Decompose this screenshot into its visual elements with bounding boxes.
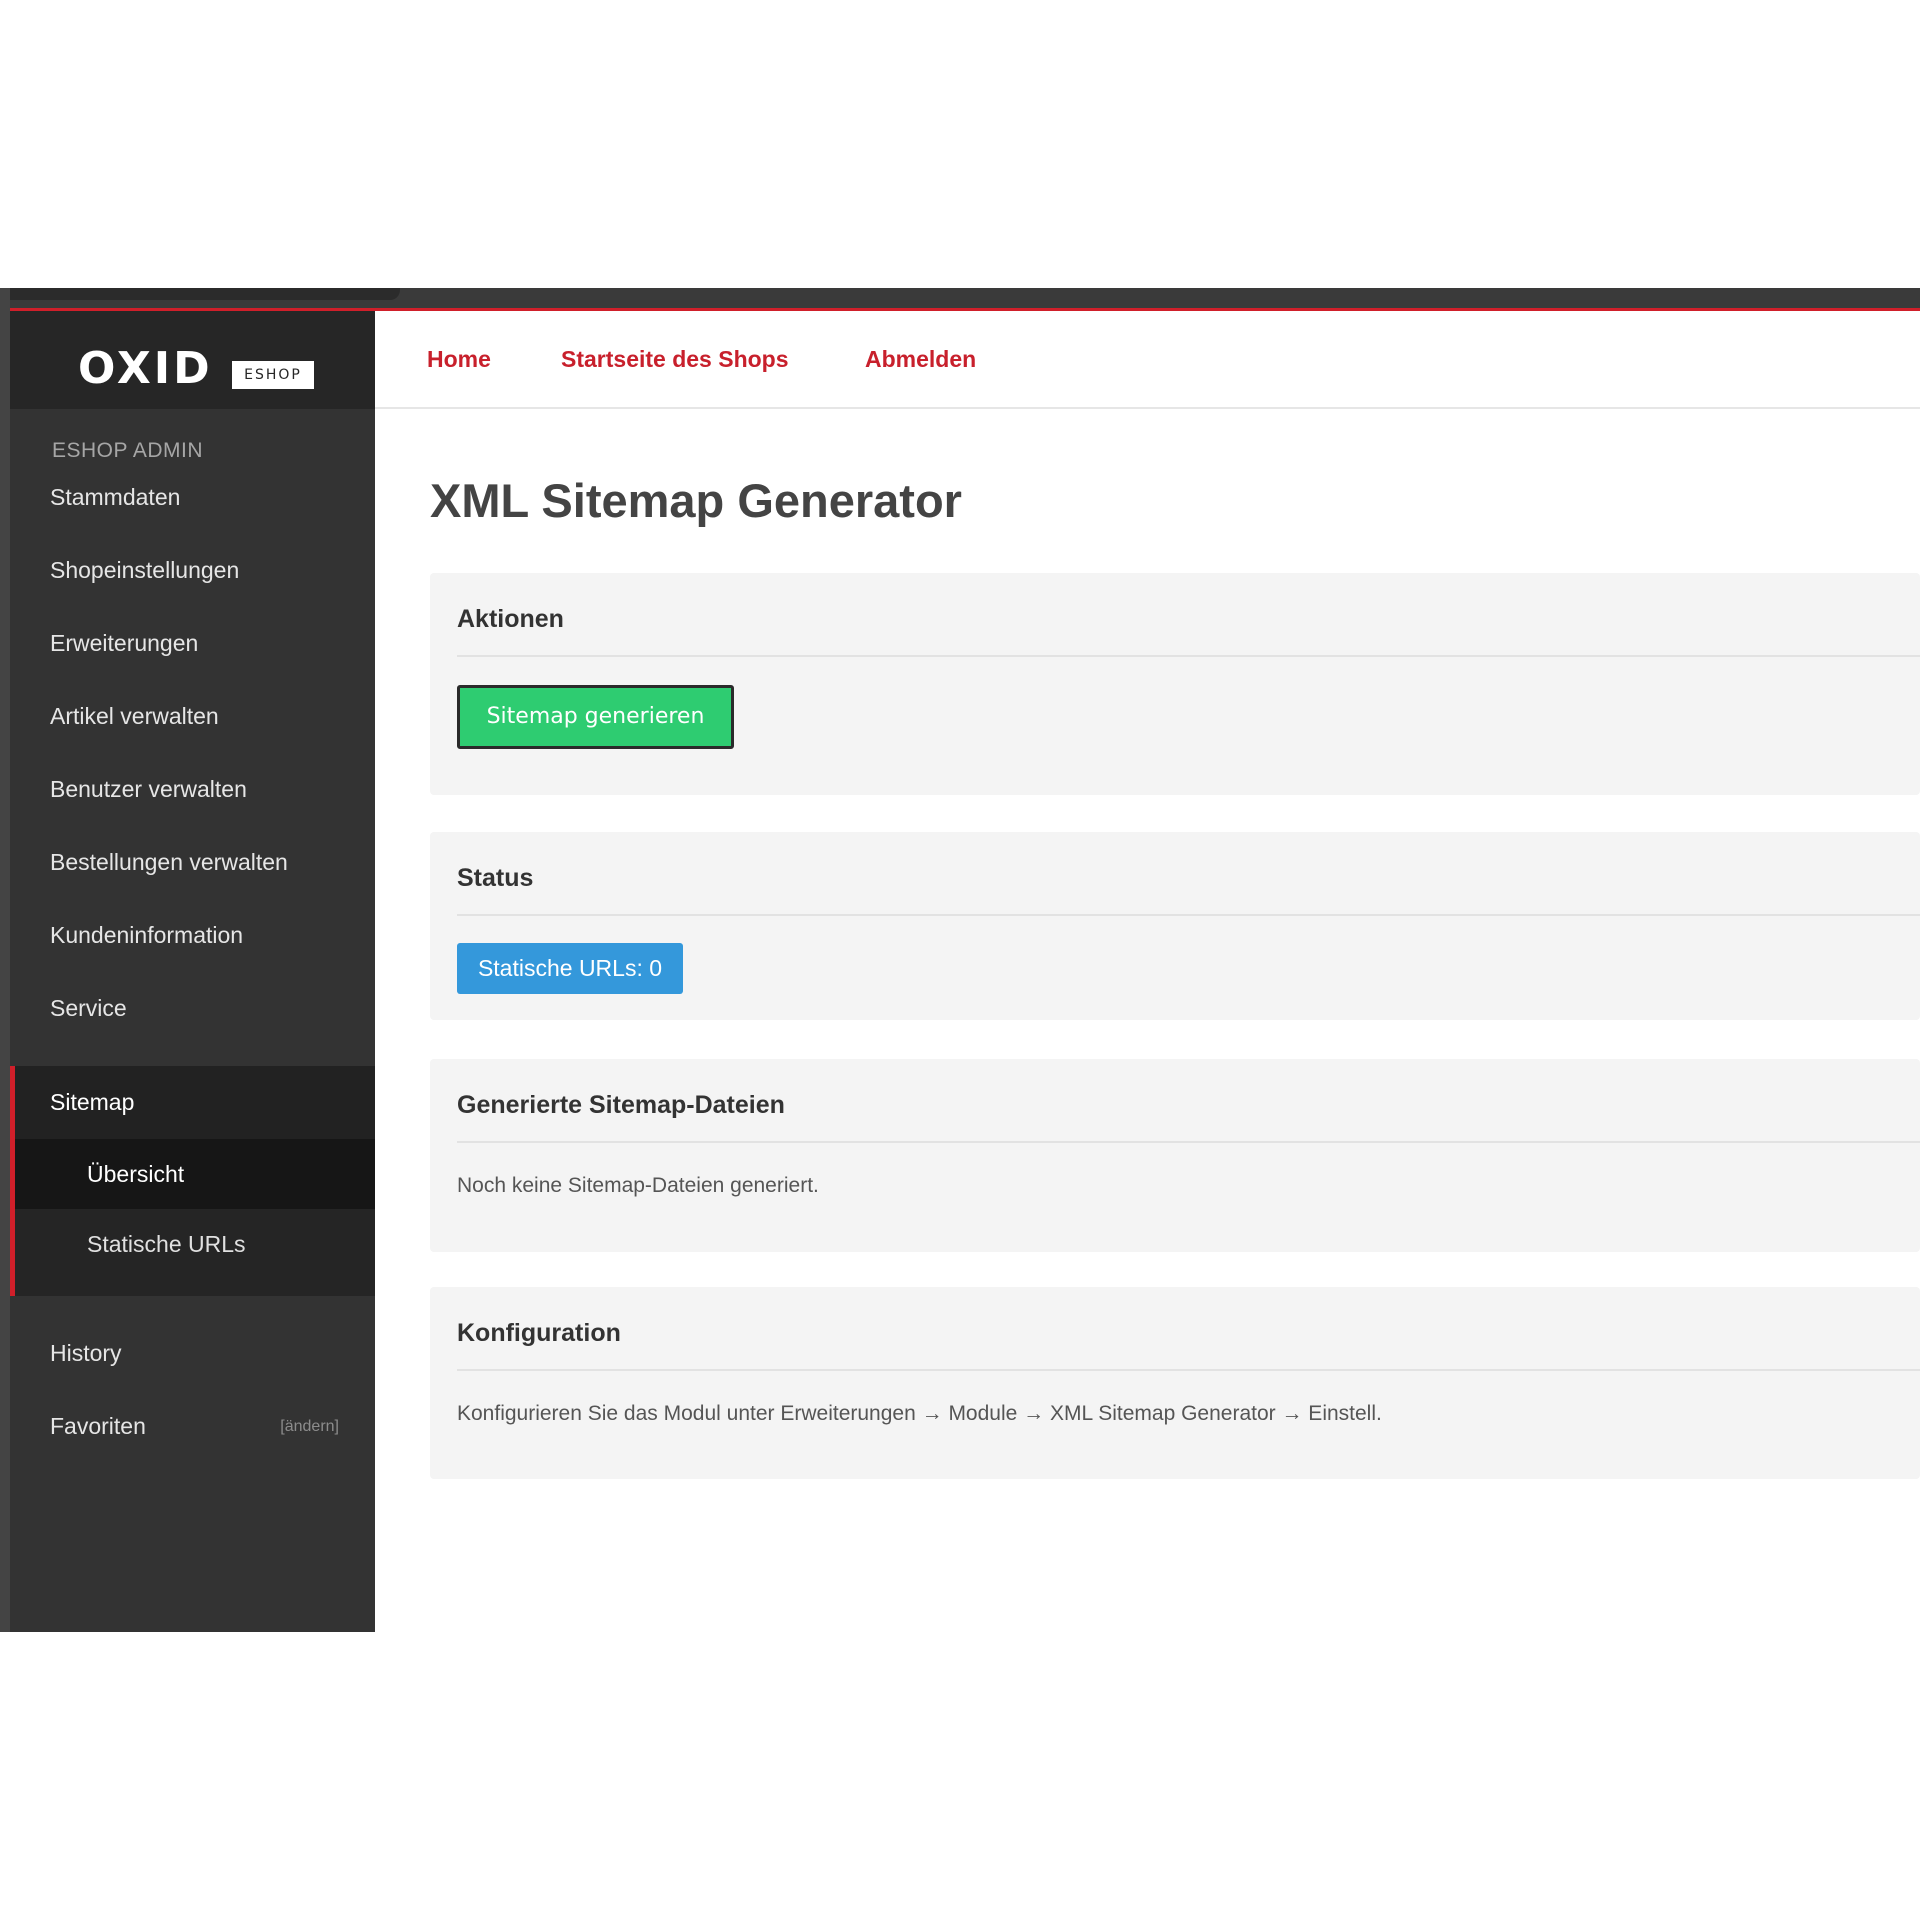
generated-files-panel: Generierte Sitemap-Dateien Noch keine Si… (430, 1059, 1920, 1252)
sidebar-item-kundeninformation[interactable]: Kundeninformation (10, 899, 375, 972)
favorites-edit-link[interactable]: [ändern] (280, 1390, 339, 1463)
admin-label: ESHOP ADMIN (52, 439, 203, 462)
sidebar-item-service[interactable]: Service (10, 972, 375, 1045)
static-urls-badge: Statische URLs: 0 (457, 943, 683, 994)
actions-panel-title: Aktionen (457, 605, 564, 633)
window-titlebar (0, 288, 1920, 310)
configuration-panel: Konfiguration Konfigurieren Sie das Modu… (430, 1287, 1920, 1479)
sidebar-item-benutzer-verwalten[interactable]: Benutzer verwalten (10, 753, 375, 826)
sidebar-item-erweiterungen[interactable]: Erweiterungen (10, 607, 375, 680)
generate-sitemap-button[interactable]: Sitemap generieren (457, 685, 734, 749)
logo-badge: ESHOP (232, 361, 314, 389)
configuration-hint: Konfigurieren Sie das Modul unter Erweit… (457, 1402, 1382, 1425)
sidebar-item-stammdaten[interactable]: Stammdaten (10, 461, 375, 534)
sidebar-item-history[interactable]: History (10, 1317, 375, 1390)
no-files-message: Noch keine Sitemap-Dateien generiert. (457, 1174, 819, 1197)
sidebar-subitem-uebersicht[interactable]: Übersicht (15, 1139, 375, 1209)
browser-frame: OXID ESHOP ESHOP ADMIN Stammdaten Shopei… (0, 288, 1920, 1632)
panel-divider (457, 655, 1920, 657)
logo-text: OXID (78, 343, 213, 394)
actions-panel: Aktionen Sitemap generieren (430, 573, 1920, 795)
top-navigation: Home Startseite des Shops Abmelden (375, 311, 1920, 409)
sidebar-item-favoriten[interactable]: Favoriten [ändern] (10, 1390, 375, 1463)
nav-link-shop-start[interactable]: Startseite des Shops (561, 346, 789, 373)
status-panel: Status Statische URLs: 0 (430, 832, 1920, 1020)
sidebar-item-sitemap[interactable]: Sitemap (10, 1066, 375, 1139)
panel-divider (457, 914, 1920, 916)
nav-link-home[interactable]: Home (427, 346, 491, 373)
generated-files-panel-title: Generierte Sitemap-Dateien (457, 1091, 785, 1119)
sidebar-subitem-statische-urls[interactable]: Statische URLs (15, 1209, 375, 1279)
page-title: XML Sitemap Generator (430, 474, 962, 527)
nav-link-logout[interactable]: Abmelden (865, 346, 976, 373)
panel-divider (457, 1141, 1920, 1143)
panel-divider (457, 1369, 1920, 1371)
window-edge (0, 288, 10, 1632)
browser-tab[interactable] (0, 288, 400, 300)
sidebar-submenu: Übersicht Statische URLs (10, 1139, 375, 1296)
status-panel-title: Status (457, 864, 534, 892)
configuration-panel-title: Konfiguration (457, 1319, 621, 1347)
main-content: Home Startseite des Shops Abmelden XML S… (375, 311, 1920, 1632)
sidebar: OXID ESHOP ESHOP ADMIN Stammdaten Shopei… (10, 311, 375, 1632)
favorites-label: Favoriten (50, 1413, 146, 1439)
sidebar-item-bestellungen-verwalten[interactable]: Bestellungen verwalten (10, 826, 375, 899)
sidebar-item-shopeinstellungen[interactable]: Shopeinstellungen (10, 534, 375, 607)
logo[interactable]: OXID ESHOP (10, 311, 375, 409)
sidebar-item-artikel-verwalten[interactable]: Artikel verwalten (10, 680, 375, 753)
